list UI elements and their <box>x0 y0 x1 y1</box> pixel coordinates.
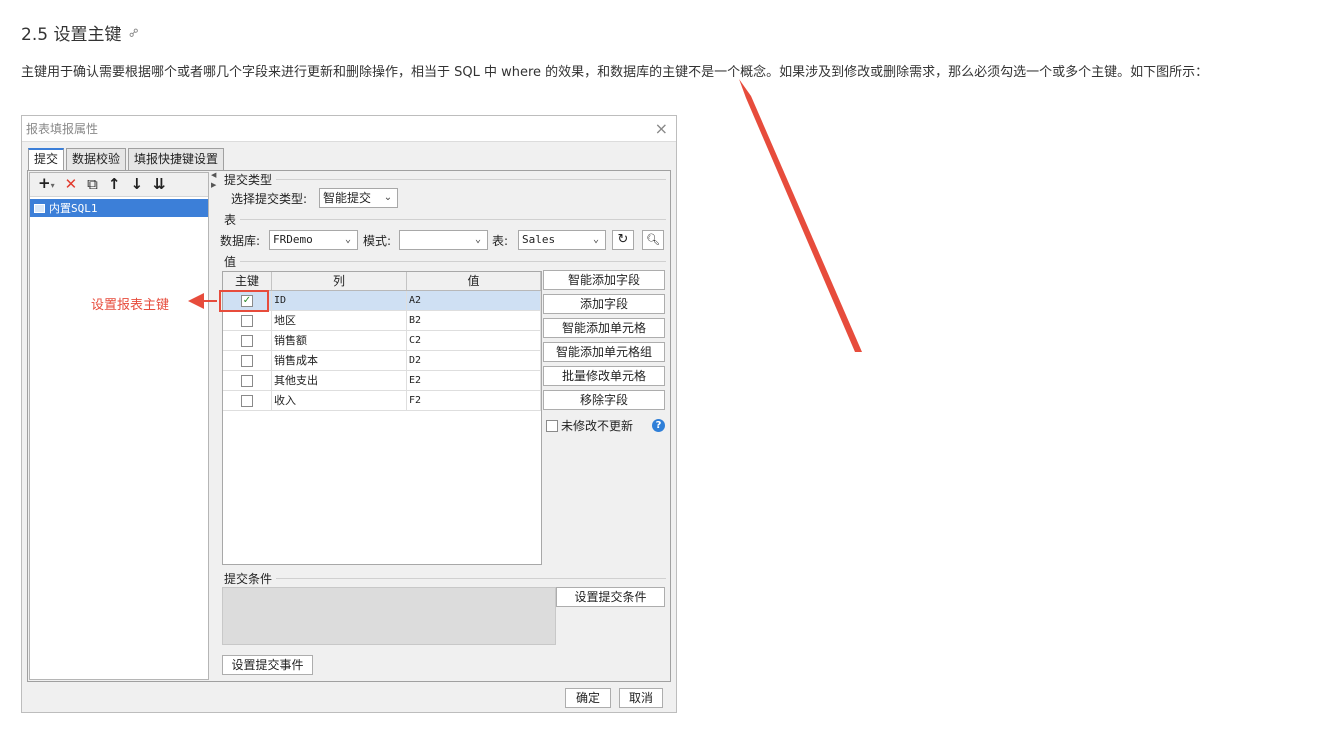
fill-properties-dialog: 报表填报属性 × 提交 数据校验 填报快捷键设置 +▾ ✕ ⧉ ↑ ↓ ⇊ 内置… <box>21 115 677 713</box>
tab-shortcut-settings[interactable]: 填报快捷键设置 <box>128 148 225 170</box>
arrow-up-icon[interactable]: ↑ <box>108 177 121 192</box>
sql-table-icon <box>34 203 45 213</box>
value-cell: D2 <box>407 351 541 370</box>
chevron-down-icon: ⌄ <box>592 234 600 245</box>
column-cell: 地区 <box>272 311 407 330</box>
help-icon[interactable]: ? <box>652 419 665 432</box>
refresh-icon[interactable]: ↻ <box>612 230 634 250</box>
cancel-button[interactable]: 取消 <box>619 688 663 708</box>
long-arrow <box>739 79 862 352</box>
pane-splitter[interactable]: ◀ ▶ <box>210 171 216 681</box>
arrow-down-icon[interactable]: ↓ <box>130 177 143 192</box>
submit-config-pane: 提交类型 选择提交类型: 智能提交 ⌄ 表 数据库: FRDemo ⌄ 模式: ⌄ … <box>218 171 670 681</box>
add-icon[interactable]: +▾ <box>38 176 55 193</box>
ok-button[interactable]: 确定 <box>565 688 611 708</box>
dialog-titlebar: 报表填报属性 × <box>22 116 676 142</box>
table-row[interactable]: 销售额 C2 <box>223 331 541 351</box>
primary-key-highlight <box>219 290 269 312</box>
value-cell: B2 <box>407 311 541 330</box>
batch-modify-cell-button[interactable]: 批量修改单元格 <box>543 366 665 386</box>
submit-type-label: 选择提交类型: <box>231 192 308 206</box>
primary-key-checkbox[interactable] <box>241 314 253 327</box>
column-cell: ID <box>272 291 407 310</box>
chevron-down-icon: ⌄ <box>383 192 393 203</box>
section-divider <box>240 261 666 262</box>
tab-submit[interactable]: 提交 <box>28 148 65 170</box>
database-label: 数据库: <box>220 234 261 248</box>
submit-type-select[interactable]: 智能提交 ⌄ <box>319 188 398 208</box>
remove-field-button[interactable]: 移除字段 <box>543 390 665 410</box>
doc-paragraph: 主键用于确认需要根据哪个或者哪几个字段来进行更新和删除操作，相当于 SQL 中 … <box>21 65 1209 80</box>
table-section-label: 表 <box>224 213 237 227</box>
dialog-title: 报表填报属性 <box>26 122 99 136</box>
tab-bar: 提交 数据校验 填报快捷键设置 <box>28 148 225 170</box>
primary-key-checkbox[interactable] <box>241 354 253 367</box>
table-label: 表: <box>492 234 509 248</box>
set-submit-event-button[interactable]: 设置提交事件 <box>222 655 313 675</box>
table-row[interactable]: 其他支出 E2 <box>223 371 541 391</box>
field-grid: 主键 列 值 ✓ ID A2 地区 B2 销售额 C2 销售成本 D2 其他支出… <box>222 271 542 565</box>
primary-key-checkbox[interactable] <box>241 334 253 347</box>
header-primary-key[interactable]: 主键 <box>223 272 272 290</box>
section-divider <box>276 179 666 180</box>
section-divider <box>276 578 666 579</box>
submit-tab-panel: +▾ ✕ ⧉ ↑ ↓ ⇊ 内置SQL1 ◀ ▶ 提交类型 选择提交类型: 智能提交… <box>27 170 671 682</box>
table-row[interactable]: 收入 F2 <box>223 391 541 411</box>
section-title-text: 2.5 设置主键 <box>21 25 122 45</box>
condition-section-label: 提交条件 <box>224 572 273 586</box>
annotation-label: 设置报表主键 <box>91 298 170 313</box>
chevron-down-icon: ⌄ <box>344 234 352 245</box>
smart-add-cell-button[interactable]: 智能添加单元格 <box>543 318 665 338</box>
column-cell: 销售额 <box>272 331 407 350</box>
preview-icon[interactable]: 🔍︎ <box>642 230 664 250</box>
submit-list-pane: +▾ ✕ ⧉ ↑ ↓ ⇊ 内置SQL1 <box>29 172 209 680</box>
values-section-label: 值 <box>224 255 237 269</box>
table-row[interactable]: ✓ ID A2 <box>223 291 541 311</box>
value-cell: E2 <box>407 371 541 390</box>
schema-label: 模式: <box>363 234 392 248</box>
value-cell: A2 <box>407 291 541 310</box>
header-value[interactable]: 值 <box>407 272 541 290</box>
table-row[interactable]: 地区 B2 <box>223 311 541 331</box>
primary-key-checkbox[interactable] <box>241 374 253 387</box>
smart-add-cell-group-button[interactable]: 智能添加单元格组 <box>543 342 665 362</box>
list-item-label: 内置SQL1 <box>49 202 98 215</box>
value-cell: F2 <box>407 391 541 410</box>
move-bottom-icon[interactable]: ⇊ <box>153 177 166 192</box>
header-column[interactable]: 列 <box>272 272 407 290</box>
no-update-option[interactable]: 未修改不更新 <box>546 417 633 434</box>
database-select[interactable]: FRDemo ⌄ <box>269 230 358 250</box>
table-select[interactable]: Sales ⌄ <box>518 230 606 250</box>
section-divider <box>240 219 666 220</box>
chevron-down-icon: ⌄ <box>474 234 482 245</box>
list-item[interactable]: 内置SQL1 <box>30 199 208 217</box>
set-condition-button[interactable]: 设置提交条件 <box>556 587 665 607</box>
column-cell: 收入 <box>272 391 407 410</box>
smart-add-field-button[interactable]: 智能添加字段 <box>543 270 665 290</box>
submit-type-section-label: 提交类型 <box>224 173 273 187</box>
schema-select[interactable]: ⌄ <box>399 230 488 250</box>
section-title: 2.5 设置主键 ⚯ <box>21 20 143 45</box>
value-cell: C2 <box>407 331 541 350</box>
tab-data-validation[interactable]: 数据校验 <box>66 148 127 170</box>
column-cell: 其他支出 <box>272 371 407 390</box>
primary-key-checkbox[interactable] <box>241 394 253 407</box>
submit-toolbar: +▾ ✕ ⧉ ↑ ↓ ⇊ <box>30 173 208 197</box>
delete-icon[interactable]: ✕ <box>65 177 78 192</box>
grid-header: 主键 列 值 <box>223 272 541 291</box>
copy-icon[interactable]: ⧉ <box>87 177 98 192</box>
add-field-button[interactable]: 添加字段 <box>543 294 665 314</box>
column-cell: 销售成本 <box>272 351 407 370</box>
close-icon[interactable]: × <box>655 119 668 138</box>
condition-display <box>222 587 556 645</box>
no-update-checkbox[interactable] <box>546 419 558 432</box>
no-update-label: 未修改不更新 <box>561 419 634 433</box>
table-row[interactable]: 销售成本 D2 <box>223 351 541 371</box>
link-icon[interactable]: ⚯ <box>126 24 143 41</box>
